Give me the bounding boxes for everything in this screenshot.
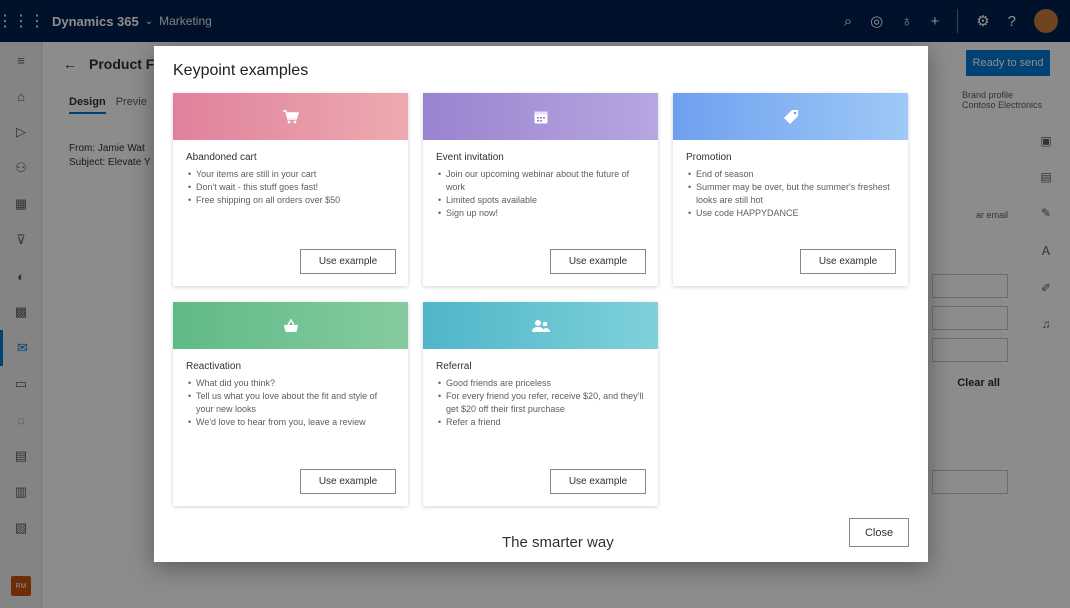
- card-promotion: Promotion End of season Summer may be ov…: [673, 93, 908, 286]
- use-example-button[interactable]: Use example: [550, 249, 646, 274]
- dialog-title: Keypoint examples: [173, 62, 309, 79]
- card-abandoned-cart: Abandoned cart Your items are still in y…: [173, 93, 408, 286]
- list-item: Your items are still in your cart: [186, 168, 396, 181]
- card-banner: [423, 93, 658, 140]
- email-body-text: The smarter way: [502, 534, 614, 551]
- card-title: Referral: [436, 361, 472, 372]
- use-example-button[interactable]: Use example: [800, 249, 896, 274]
- card-title: Event invitation: [436, 152, 504, 163]
- list-item: Sign up now!: [436, 207, 646, 220]
- card-keypoints: Good friends are priceless For every fri…: [436, 377, 646, 429]
- card-title: Abandoned cart: [186, 152, 257, 163]
- card-banner: [173, 93, 408, 140]
- list-item: End of season: [686, 168, 896, 181]
- use-example-button[interactable]: Use example: [300, 249, 396, 274]
- card-title: Promotion: [686, 152, 732, 163]
- basket-icon: [283, 318, 299, 333]
- calendar-icon: [534, 110, 548, 124]
- list-item: We'd love to hear from you, leave a revi…: [186, 416, 396, 429]
- card-keypoints: Join our upcoming webinar about the futu…: [436, 168, 646, 220]
- card-banner: [173, 302, 408, 349]
- list-item: What did you think?: [186, 377, 396, 390]
- card-keypoints: End of season Summer may be over, but th…: [686, 168, 896, 220]
- use-example-button[interactable]: Use example: [300, 469, 396, 494]
- list-item: For every friend you refer, receive $20,…: [436, 390, 646, 416]
- list-item: Don't wait - this stuff goes fast!: [186, 181, 396, 194]
- cart-icon: [282, 109, 299, 124]
- list-item: Use code HAPPYDANCE: [686, 207, 896, 220]
- card-banner: [423, 302, 658, 349]
- card-keypoints: What did you think? Tell us what you lov…: [186, 377, 396, 429]
- use-example-button[interactable]: Use example: [550, 469, 646, 494]
- keypoint-examples-dialog: Keypoint examples Abandoned cart Your it…: [154, 46, 928, 562]
- card-banner: [673, 93, 908, 140]
- card-title: Reactivation: [186, 361, 242, 372]
- list-item: Join our upcoming webinar about the futu…: [436, 168, 646, 194]
- card-referral: Referral Good friends are priceless For …: [423, 302, 658, 506]
- list-item: Summer may be over, but the summer's fre…: [686, 181, 896, 207]
- tag-icon: [783, 109, 799, 125]
- card-event-invitation: Event invitation Join our upcoming webin…: [423, 93, 658, 286]
- list-item: Tell us what you love about the fit and …: [186, 390, 396, 416]
- list-item: Refer a friend: [436, 416, 646, 429]
- list-item: Good friends are priceless: [436, 377, 646, 390]
- list-item: Free shipping on all orders over $50: [186, 194, 396, 207]
- list-item: Limited spots available: [436, 194, 646, 207]
- card-reactivation: Reactivation What did you think? Tell us…: [173, 302, 408, 506]
- close-button[interactable]: Close: [849, 518, 909, 547]
- card-keypoints: Your items are still in your cart Don't …: [186, 168, 396, 207]
- people-icon: [531, 319, 550, 333]
